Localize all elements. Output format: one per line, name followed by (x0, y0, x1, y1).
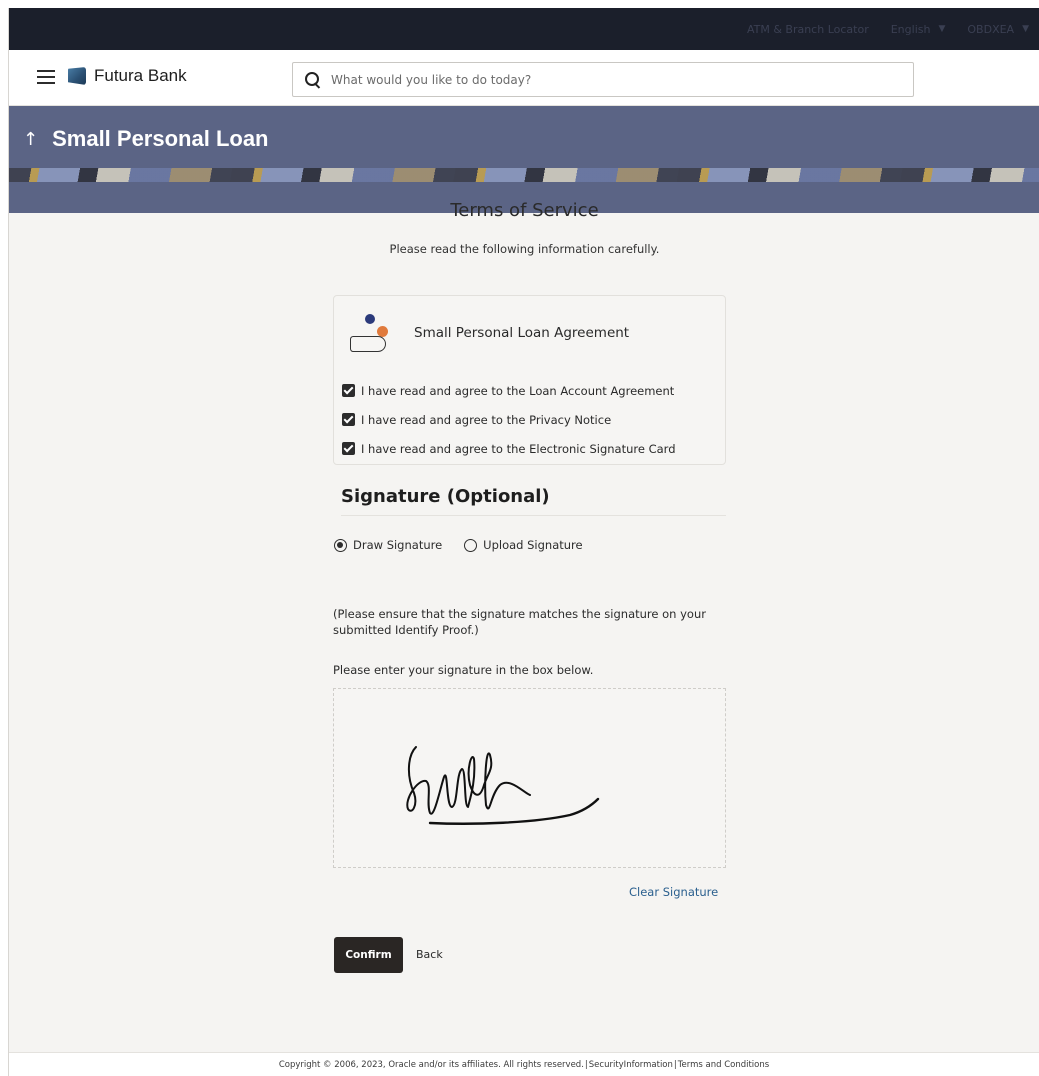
atm-branch-locator-link[interactable]: ATM & Branch Locator (747, 23, 869, 36)
back-arrow-icon[interactable]: ↑ (23, 129, 38, 150)
clear-signature-link[interactable]: Clear Signature (629, 885, 718, 899)
search-input[interactable] (331, 72, 891, 87)
check-electronic-signature-card[interactable]: I have read and agree to the Electronic … (342, 434, 676, 463)
checkbox-checked-icon[interactable] (342, 442, 355, 455)
check-privacy-notice[interactable]: I have read and agree to the Privacy Not… (342, 405, 676, 434)
radio-draw-signature[interactable]: Draw Signature (334, 538, 442, 552)
radio-unselected-icon[interactable] (464, 538, 478, 552)
page-title: Small Personal Loan (52, 126, 269, 151)
copyright-text: Copyright © 2006, 2023, Oracle and/or it… (278, 1059, 584, 1070)
footer-separator: | (584, 1059, 588, 1070)
agreement-card: Small Personal Loan Agreement I have rea… (333, 295, 726, 465)
brand-name: Futura Bank (94, 66, 187, 85)
terms-title: Terms of Service (450, 200, 599, 221)
page-footer: Copyright © 2006, 2023, Oracle and/or it… (9, 1052, 1039, 1076)
hamburger-menu-icon[interactable] (37, 70, 55, 84)
user-label: OBDXEA (967, 22, 1015, 36)
page-title-row: ↑ Small Personal Loan (23, 126, 269, 152)
agreement-checklist: I have read and agree to the Loan Accoun… (342, 376, 676, 463)
signature-method-radio-group: Draw Signature Upload Signature (334, 538, 583, 552)
search-bar[interactable] (292, 62, 914, 97)
radio-selected-icon[interactable] (334, 538, 347, 552)
brand-logo[interactable]: Futura Bank (68, 66, 187, 86)
signature-instruction: Please enter your signature in the box b… (333, 663, 594, 677)
terms-conditions-link[interactable]: Terms and Conditions (678, 1060, 769, 1070)
confirm-button[interactable]: Confirm (334, 937, 403, 973)
language-label: English (890, 22, 931, 36)
terms-subtitle: Please read the following information ca… (389, 242, 660, 256)
app-frame: ATM & Branch Locator English ▼ OBDXEA ▼ Fu… (8, 8, 1039, 1076)
checkbox-checked-icon[interactable] (342, 384, 355, 397)
check-loan-account-agreement[interactable]: I have read and agree to the Loan Accoun… (342, 376, 676, 405)
agreement-card-header: Small Personal Loan Agreement (348, 310, 629, 356)
radio-upload-signature[interactable]: Upload Signature (464, 538, 583, 552)
security-information-link[interactable]: SecurityInformation (589, 1060, 673, 1070)
page-banner: ↑ Small Personal Loan (9, 106, 1039, 213)
checkbox-checked-icon[interactable] (342, 413, 355, 426)
footer-separator: | (673, 1059, 677, 1070)
app-header: Futura Bank (9, 50, 1039, 106)
chevron-down-icon: ▼ (1022, 24, 1029, 34)
check-label: I have read and agree to the Loan Accoun… (361, 383, 675, 398)
top-utility-bar: ATM & Branch Locator English ▼ OBDXEA ▼ (9, 8, 1039, 50)
drawn-signature (406, 746, 600, 825)
radio-label: Draw Signature (353, 538, 443, 552)
agreement-title: Small Personal Loan Agreement (414, 325, 630, 341)
language-select[interactable]: English ▼ (891, 23, 946, 36)
check-label: I have read and agree to the Privacy Not… (361, 412, 612, 427)
search-icon (305, 71, 321, 88)
radio-label: Upload Signature (483, 538, 583, 552)
signature-heading: Signature (Optional) (341, 486, 726, 516)
check-label: I have read and agree to the Electronic … (361, 441, 676, 456)
signature-canvas[interactable] (333, 688, 726, 868)
signature-note: (Please ensure that the signature matche… (333, 607, 706, 637)
chevron-down-icon: ▼ (938, 24, 946, 34)
atm-branch-label: ATM & Branch Locator (746, 22, 869, 36)
futura-bank-logo-icon (68, 67, 86, 85)
hand-coins-icon (348, 310, 400, 356)
user-menu[interactable]: OBDXEA ▼ (967, 23, 1029, 36)
banner-decoration (9, 168, 1039, 182)
back-button[interactable]: Back (416, 948, 443, 961)
